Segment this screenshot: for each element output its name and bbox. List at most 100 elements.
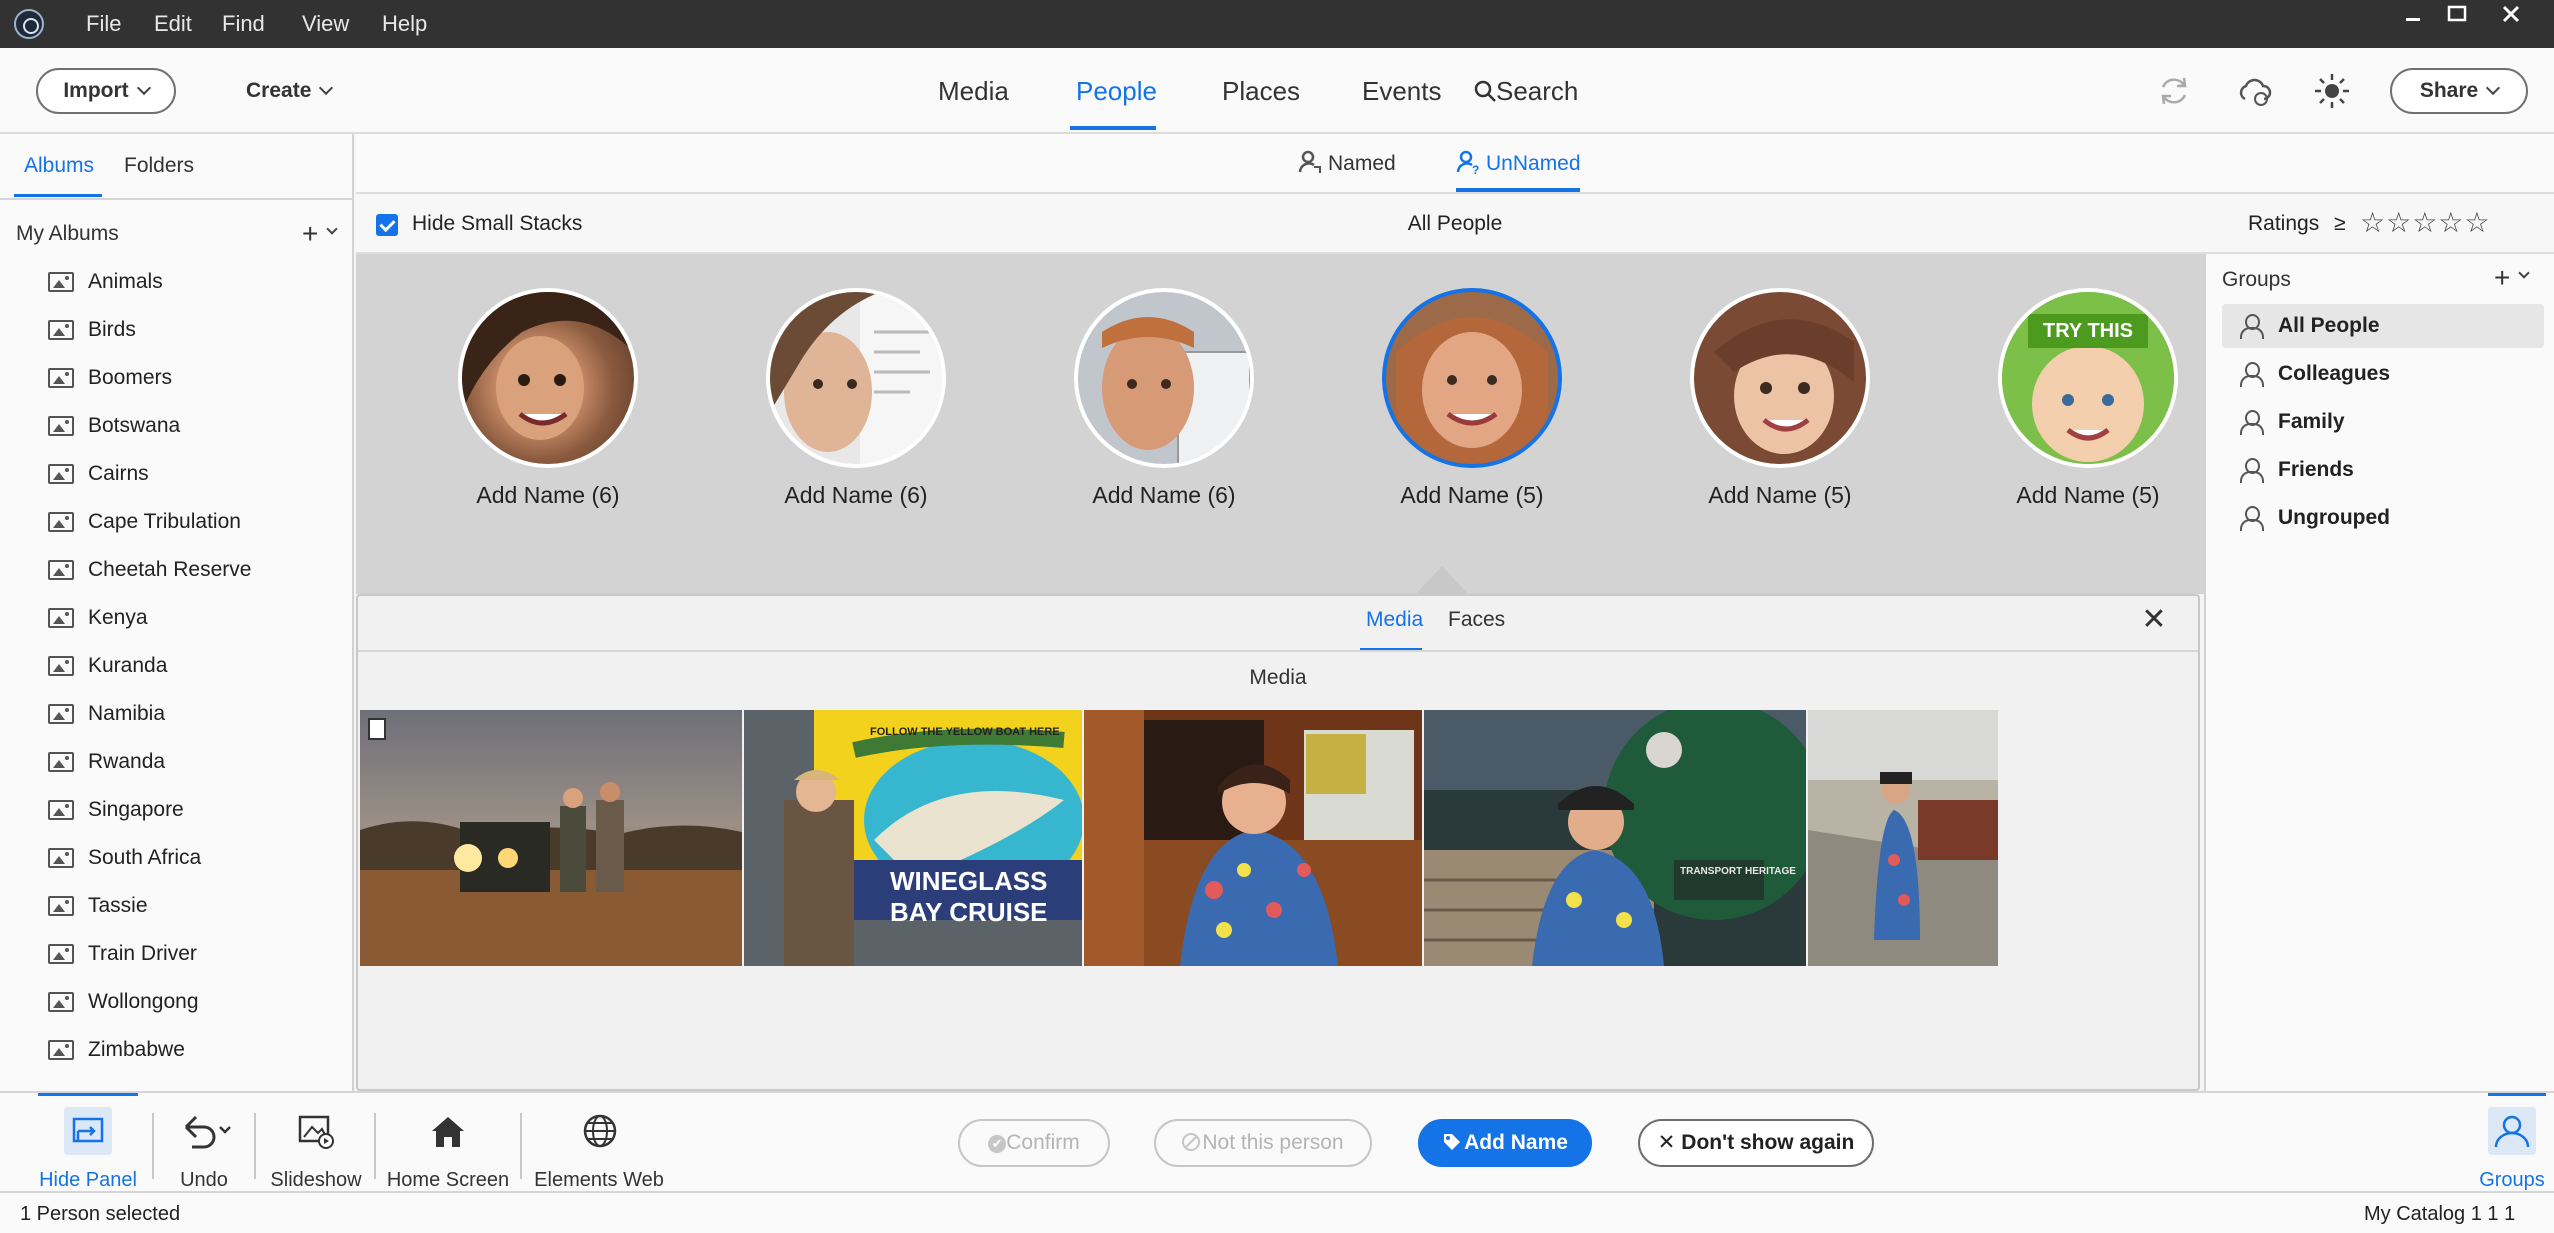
groups-icon [2488,1107,2536,1155]
album-item[interactable]: Kenya [48,594,338,642]
avatar[interactable] [1690,288,1870,468]
media-thumbnail[interactable]: FOLLOW THE YELLOW BOAT HERE WINEGLASS BA… [744,710,1082,966]
person-name-label[interactable]: Add Name (5) [1324,482,1620,509]
album-item[interactable]: Animals [48,258,338,306]
search-tab[interactable]: Search [1474,48,1578,134]
album-item[interactable]: Tassie [48,882,338,930]
tab-events[interactable]: Events [1362,48,1442,134]
minimize-icon[interactable] [2396,2,2430,28]
album-item[interactable]: Cape Tribulation [48,498,338,546]
album-item[interactable]: Cairns [48,450,338,498]
confirm-button[interactable]: ✔ Confirm [958,1119,1110,1167]
slideshow-button[interactable]: Slideshow [264,1107,368,1197]
album-label: Train Driver [88,942,197,965]
tab-unnamed[interactable]: ? UnNamed [1456,134,1581,194]
tab-media[interactable]: Media [938,48,1009,134]
person-stack[interactable]: Add Name (6) [708,254,968,594]
undo-button[interactable]: Undo [164,1107,244,1197]
menu-edit[interactable]: Edit [154,0,192,48]
close-icon[interactable]: ✕ [2138,604,2170,636]
album-item[interactable]: Zimbabwe [48,1026,338,1074]
group-item-ungrouped[interactable]: Ungrouped [2222,496,2544,540]
group-item-colleagues[interactable]: Colleagues [2222,352,2544,396]
chevron-down-icon[interactable] [2518,267,2530,286]
confirm-label: Confirm [1006,1131,1080,1154]
tab-places[interactable]: Places [1222,48,1300,134]
dont-show-again-button[interactable]: ✕ Don't show again [1638,1119,1874,1167]
person-name-label[interactable]: Add Name (6) [708,482,1004,509]
group-item-friends[interactable]: Friends [2222,448,2544,492]
avatar[interactable] [458,288,638,468]
avatar[interactable] [1382,288,1562,468]
menu-view[interactable]: View [302,0,349,48]
album-label: South Africa [88,846,202,869]
avatar[interactable]: TRY THIS [1998,288,2178,468]
person-stack-selected[interactable]: Add Name (5) [1324,254,1584,594]
add-album-icon[interactable]: + [302,218,318,250]
groups-panel: Groups + All People Colleagues Family Fr… [2204,254,2554,1091]
maximize-icon[interactable] [2440,2,2474,28]
album-item[interactable]: Namibia [48,690,338,738]
album-label: Rwanda [88,750,166,773]
media-thumbnail[interactable]: TRANSPORT HERITAGE [1424,710,1806,966]
tab-named[interactable]: Named [1298,134,1396,194]
groups-toggle-button[interactable]: Groups [2470,1107,2554,1197]
album-item[interactable]: Singapore [48,786,338,834]
undo-icon [176,1113,232,1159]
person-tag-icon [1298,150,1321,173]
create-button[interactable]: Create [246,68,334,114]
group-item-all-people[interactable]: All People [2222,304,2544,348]
person-stack[interactable]: Add Name (6) [1016,254,1276,594]
album-item[interactable]: Kuranda [48,642,338,690]
album-item[interactable]: South Africa [48,834,338,882]
tab-folders[interactable]: Folders [124,154,194,178]
person-name-label[interactable]: Add Name (5) [1632,482,1928,509]
album-item[interactable]: Wollongong [48,978,338,1026]
hide-panel-button[interactable]: Hide Panel [30,1107,146,1197]
person-stack[interactable]: TRY THIS Add Name (5) [1940,254,2200,594]
tab-media-detail[interactable]: Media [1366,608,1423,632]
import-button[interactable]: Import [36,68,176,114]
tab-faces[interactable]: Faces [1448,608,1505,632]
album-item[interactable]: Boomers [48,354,338,402]
face-photo-icon [1714,319,1854,454]
cloud-sync-icon[interactable] [2234,71,2274,111]
album-item[interactable]: Birds [48,306,338,354]
brightness-icon[interactable] [2312,71,2352,111]
tab-albums[interactable]: Albums [24,154,94,178]
home-screen-button[interactable]: Home Screen [384,1107,512,1197]
add-group-icon[interactable]: + [2494,262,2510,294]
menu-find[interactable]: Find [222,0,265,48]
album-item[interactable]: Botswana [48,402,338,450]
ratings-stars[interactable]: ☆☆☆☆☆ [2360,206,2491,239]
share-button[interactable]: Share [2390,68,2528,114]
person-stack[interactable]: Add Name (5) [1632,254,1892,594]
thumbnail-caption: WINEGLASS BAY CRUISE [890,866,1048,927]
menu-bar: File Edit Find View Help [0,0,2554,48]
avatar[interactable] [766,288,946,468]
group-item-family[interactable]: Family [2222,400,2544,444]
album-item[interactable]: Train Driver [48,930,338,978]
undo-label: Undo [180,1169,228,1191]
chevron-down-icon[interactable] [326,223,338,242]
person-stack[interactable]: Add Name (6) [400,254,660,594]
close-window-icon[interactable] [2494,2,2528,28]
active-indicator [38,1093,138,1096]
not-this-person-button[interactable]: Not this person [1154,1119,1372,1167]
person-name-label[interactable]: Add Name (5) [1940,482,2236,509]
tab-people[interactable]: People [1076,48,1157,134]
menu-file[interactable]: File [86,0,121,48]
elements-web-button[interactable]: Elements Web [530,1107,668,1197]
add-name-button[interactable]: Add Name [1418,1119,1592,1167]
album-item[interactable]: Cheetah Reserve [48,546,338,594]
album-icon [48,992,74,1012]
sync-icon[interactable] [2154,71,2194,111]
avatar[interactable] [1074,288,1254,468]
album-item[interactable]: Rwanda [48,738,338,786]
media-thumbnail[interactable] [360,710,742,966]
menu-help[interactable]: Help [382,0,427,48]
person-name-label[interactable]: Add Name (6) [400,482,696,509]
media-thumbnail[interactable] [1808,710,1998,966]
media-thumbnail[interactable] [1084,710,1422,966]
person-name-label[interactable]: Add Name (6) [1016,482,1312,509]
